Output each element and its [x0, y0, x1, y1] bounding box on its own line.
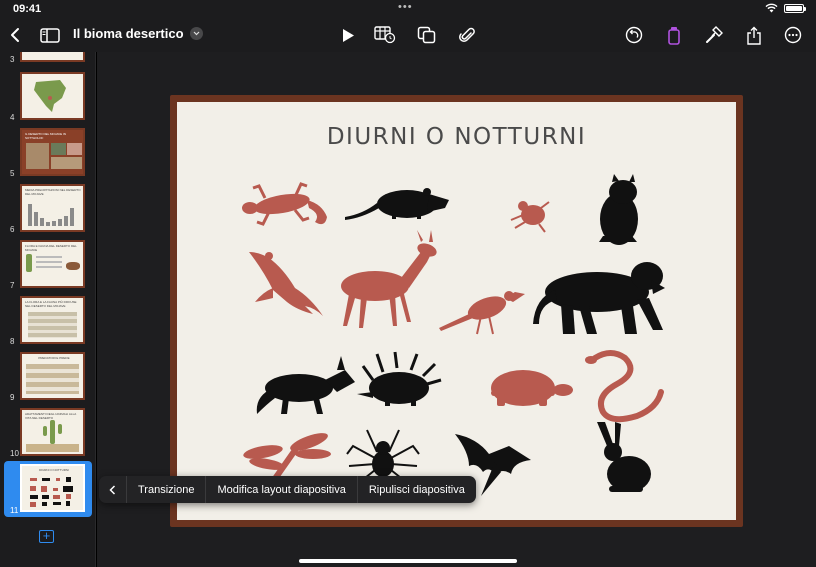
menu-back-button[interactable]: [99, 476, 126, 503]
slide-number: 11: [10, 506, 19, 515]
share-icon: [747, 26, 761, 45]
roadrunner-icon: [439, 291, 525, 335]
more-button[interactable]: [780, 22, 806, 48]
clock: 09:41: [13, 3, 42, 15]
thumbnail-image: [20, 52, 85, 62]
slide-thumbnail-4[interactable]: 4: [0, 72, 95, 124]
thumbnail-image: IL DESERTO DEL MOJAVE IN SOTTHOLOF: [20, 128, 85, 176]
vulture-icon: [249, 252, 323, 316]
multitasking-dots[interactable]: •••: [398, 1, 413, 13]
battery-icon: [784, 3, 806, 13]
share-button[interactable]: [741, 22, 767, 48]
slide[interactable]: DIURNI O NOTTURNI: [170, 95, 743, 527]
thumbnail-image: PREDATORI E PREDE: [20, 352, 85, 400]
slide-number: 6: [10, 225, 15, 234]
rabbit-icon: [597, 422, 651, 492]
undo-icon: [625, 26, 643, 44]
paperclip-icon: [459, 27, 475, 42]
slide-number: 3: [10, 55, 15, 64]
chevron-left-icon: [109, 484, 116, 495]
animal-silhouettes: [242, 174, 665, 496]
thumbnail-title: FLORA E FAUNA DEL DESERTO DEL MOJAVE: [25, 244, 77, 252]
tortoise-icon: [491, 370, 573, 406]
chevron-left-icon: [11, 28, 19, 42]
thumbnail-image: FLORA E FAUNA DEL DESERTO DEL MOJAVE: [20, 240, 85, 288]
rat-icon: [345, 188, 449, 220]
add-slide-button[interactable]: +: [39, 529, 54, 543]
mountain-lion-icon: [533, 262, 665, 334]
sidebar-toggle-button[interactable]: [37, 22, 63, 48]
thumbnail-title: PREDATORI E PREDE: [38, 356, 70, 360]
slide-number: 8: [10, 337, 15, 346]
shapes-button[interactable]: [414, 22, 440, 48]
menu-item-transition[interactable]: Transizione: [126, 476, 205, 503]
document-title-text: Il bioma desertico: [73, 26, 184, 41]
format-button[interactable]: [661, 22, 687, 48]
slide-thumbnail-7[interactable]: FLORA E FAUNA DEL DESERTO DEL MOJAVE 7: [0, 240, 95, 292]
shapes-icon: [417, 26, 436, 44]
home-indicator[interactable]: [299, 559, 517, 563]
play-icon: [343, 28, 354, 42]
slide-thumbnail-9[interactable]: PREDATORI E PREDE 9: [0, 352, 95, 404]
slide-thumbnail-8[interactable]: LA FLORA E LA FAUNA PIÙ DIFFUSE NEL DESE…: [0, 296, 95, 348]
slide-number: 5: [10, 169, 15, 178]
owl-icon: [599, 174, 638, 245]
table-button[interactable]: [372, 22, 398, 48]
ellipsis-circle-icon: [784, 26, 802, 44]
format-brush-icon: [668, 26, 680, 45]
slide-number: 10: [10, 449, 19, 458]
document-title[interactable]: Il bioma desertico: [73, 26, 203, 41]
table-clock-icon: [374, 26, 396, 44]
chevron-down-icon: [189, 27, 203, 40]
menu-item-clear-slide[interactable]: Ripulisci diapositiva: [356, 476, 476, 503]
attachment-button[interactable]: [454, 22, 480, 48]
slide-thumbnail-11[interactable]: DIURNI O NOTTURNI 11: [4, 461, 92, 517]
back-button[interactable]: [2, 22, 28, 48]
thumbnail-title: LA FLORA E LA FAUNA PIÙ DIFFUSE NEL DESE…: [25, 300, 77, 308]
status-icons: [765, 3, 806, 13]
toolbar: Il bioma desertico: [0, 18, 816, 52]
fox-icon: [256, 356, 355, 414]
hammer-icon: [706, 26, 723, 43]
lizard-icon: [242, 182, 327, 226]
thumbnail-image: LA FLORA E LA FAUNA PIÙ DIFFUSE NEL DESE…: [20, 296, 85, 344]
thumbnail-image: [20, 72, 85, 120]
snake-icon: [585, 350, 664, 423]
slide-context-menu: Transizione Modifica layout diapositiva …: [99, 476, 476, 503]
sidebar-icon: [40, 27, 60, 43]
thumbnail-image: MEDIA PRECIPITAZIONI NEL DESERTO DEL MOJ…: [20, 184, 85, 232]
play-button[interactable]: [335, 22, 361, 48]
slide-number: 9: [10, 393, 15, 402]
slide-thumbnail-3[interactable]: 3: [0, 52, 95, 66]
deer-icon: [341, 230, 437, 328]
beetle-icon: [510, 201, 550, 233]
slide-navigator: 3 4 IL DESERTO DEL MOJAVE IN SOTTHOLOF 5…: [0, 52, 96, 567]
slide-thumbnail-10[interactable]: ADATTAMENTI DEGLI ANIMALI ALLA VITA NEL …: [0, 408, 95, 460]
menu-item-edit-layout[interactable]: Modifica layout diapositiva: [205, 476, 356, 503]
animate-button[interactable]: [701, 22, 727, 48]
slide-thumbnail-6[interactable]: MEDIA PRECIPITAZIONI NEL DESERTO DEL MOJ…: [0, 184, 95, 236]
status-bar: 09:41 •••: [0, 0, 816, 18]
thumbnail-title: IL DESERTO DEL MOJAVE IN SOTTHOLOF: [25, 132, 66, 140]
porcupine-icon: [357, 351, 442, 406]
slide-thumbnail-5[interactable]: IL DESERTO DEL MOJAVE IN SOTTHOLOF 5: [0, 128, 95, 180]
slide-number: 7: [10, 281, 15, 290]
wifi-icon: [765, 3, 778, 13]
undo-button[interactable]: [621, 22, 647, 48]
thumbnail-image: ADATTAMENTI DEGLI ANIMALI ALLA VITA NEL …: [20, 408, 85, 456]
thumbnail-image: DIURNI O NOTTURNI: [20, 464, 85, 512]
slide-number: 4: [10, 113, 15, 122]
slide-content[interactable]: DIURNI O NOTTURNI: [177, 102, 736, 520]
